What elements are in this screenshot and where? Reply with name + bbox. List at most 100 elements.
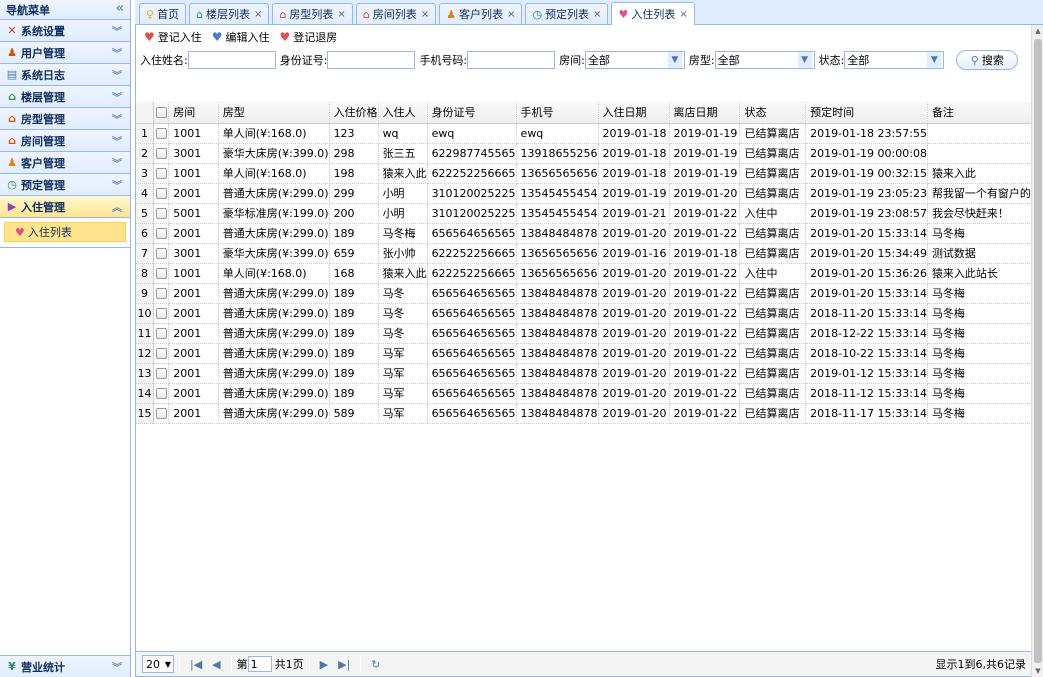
row-checkbox[interactable] — [153, 363, 170, 384]
collapse-sidebar-icon[interactable]: « — [116, 1, 124, 16]
tab-home[interactable]: ♀ 首页 — [139, 3, 187, 24]
row-checkbox[interactable] — [153, 343, 170, 364]
row-checkbox[interactable] — [153, 323, 170, 344]
menu-floor-management[interactable]: ⌂ 楼层管理 ︾ — [0, 86, 130, 108]
status-select[interactable]: 全部 ▼ — [844, 51, 945, 69]
select-all-checkbox[interactable] — [153, 102, 170, 124]
close-icon[interactable]: × — [337, 9, 345, 20]
menu-checkin-management[interactable]: ▶ 入住管理 ︽ — [0, 196, 130, 218]
room-select[interactable]: 全部 ▼ — [584, 51, 685, 69]
phone-input[interactable] — [467, 51, 556, 69]
menu-customer-management[interactable]: ♟ 客户管理 ︾ — [0, 152, 130, 174]
table-row[interactable]: 10 2001 普通大床房(¥:299.0) 189 马冬 656564656565 138… — [136, 303, 1032, 324]
table-row[interactable]: 1 1001 单人间(¥:168.0) 123 wq ewq ewq 2019-01-18 20… — [136, 123, 1032, 144]
table-cell: 2019-01-20 — [598, 263, 670, 284]
table-row[interactable]: 9 2001 普通大床房(¥:299.0) 189 马冬 656564656565 1384… — [136, 283, 1032, 304]
menu-label: 系统设置 — [21, 24, 65, 38]
row-checkbox[interactable] — [153, 223, 170, 244]
table-row[interactable]: 12 2001 普通大床房(¥:299.0) 189 马军 656564656565 138… — [136, 343, 1032, 364]
row-checkbox[interactable] — [153, 143, 170, 164]
tab-roomtype-list[interactable]: ⌂ 房型列表 × — [272, 3, 353, 24]
close-icon[interactable]: × — [679, 9, 687, 20]
name-input[interactable] — [187, 51, 276, 69]
row-checkbox[interactable] — [153, 263, 170, 284]
tab-room-list[interactable]: ⌂ 房间列表 × — [355, 3, 437, 24]
vertical-scrollbar[interactable]: ▲ ▼ — [1031, 25, 1043, 677]
table-row[interactable]: 13 2001 普通大床房(¥:299.0) 189 马军 656564656565 138… — [136, 363, 1032, 384]
row-checkbox[interactable] — [153, 123, 170, 144]
table-row[interactable]: 15 2001 普通大床房(¥:299.0) 589 马军 656564656565 138… — [136, 403, 1032, 424]
table-cell: 2019-01-18 — [598, 143, 670, 164]
page-size-select[interactable]: 20 ▼ — [142, 655, 174, 673]
menu-business-statistics[interactable]: ¥ 营业统计 ︾ — [0, 655, 130, 677]
column-header[interactable]: 入住日期 — [598, 102, 670, 124]
table-row[interactable]: 4 2001 普通大床房(¥:299.0) 299 小明 310120025225 1354… — [136, 183, 1032, 204]
menu-user-management[interactable]: ♟ 用户管理 ︾ — [0, 42, 130, 64]
last-page-icon[interactable]: ▶| — [338, 658, 350, 671]
scroll-up-icon[interactable]: ▲ — [1032, 25, 1043, 37]
column-header[interactable]: 入住人 — [378, 102, 428, 124]
table-row[interactable]: 2 3001 豪华大床房(¥:399.0) 298 张三五 622987745565 139… — [136, 143, 1032, 164]
table-row[interactable]: 7 3001 豪华大床房(¥:399.0) 659 张小帅 622252256665 136… — [136, 243, 1032, 264]
scroll-down-icon[interactable]: ▼ — [1032, 665, 1043, 677]
table-cell: 2019-01-22 — [669, 383, 741, 404]
id-input[interactable] — [327, 51, 416, 69]
table-cell: 小明 — [378, 203, 428, 224]
table-row[interactable]: 6 2001 普通大床房(¥:299.0) 189 马冬梅 656564656565 138… — [136, 223, 1032, 244]
column-header[interactable]: 身份证号 — [427, 102, 517, 124]
page-number-input[interactable] — [247, 656, 272, 672]
row-checkbox[interactable] — [153, 163, 170, 184]
submenu-checkin-list[interactable]: ♥ 入住列表 — [4, 222, 126, 242]
row-checkbox[interactable] — [153, 303, 170, 324]
table-cell: 我会尽快赶来！ — [927, 203, 1032, 224]
column-header[interactable]: 状态 — [739, 102, 807, 124]
row-checkbox[interactable] — [153, 183, 170, 204]
tab-reservation-list[interactable]: ◷ 预定列表 × — [525, 3, 609, 24]
search-button[interactable]: ⚲ 搜索 — [956, 50, 1019, 70]
menu-roomtype-management[interactable]: ⌂ 房型管理 ︾ — [0, 108, 130, 130]
refresh-icon[interactable]: ↻ — [371, 658, 380, 671]
row-checkbox[interactable] — [153, 283, 170, 304]
tab-customer-list[interactable]: ♟ 客户列表 × — [439, 3, 523, 24]
menu-room-management[interactable]: ⌂ 房间管理 ︾ — [0, 130, 130, 152]
menu-reservation-management[interactable]: ◷ 预定管理 ︾ — [0, 174, 130, 196]
tab-checkin-list[interactable]: ♥ 入住列表 × — [611, 2, 695, 25]
menu-system-log[interactable]: ▤ 系统日志 ︾ — [0, 64, 130, 86]
checkin-button[interactable]: ♥ 登记入住 — [144, 29, 202, 45]
table-row[interactable]: 5 5001 豪华标准房(¥:199.0) 200 小明 310120025225 1354… — [136, 203, 1032, 224]
table-cell: ewq — [516, 123, 599, 144]
column-header[interactable]: 入住价格 — [329, 102, 379, 124]
column-header[interactable]: 房间 — [168, 102, 219, 124]
next-page-icon[interactable]: ▶ — [320, 658, 328, 671]
table-row[interactable]: 11 2001 普通大床房(¥:299.0) 189 马冬 656564656565 138… — [136, 323, 1032, 344]
menu-system-settings[interactable]: ✕ 系统设置 ︾ — [0, 20, 130, 42]
checkout-button[interactable]: ♥ 登记退房 — [280, 29, 338, 45]
row-checkbox[interactable] — [153, 203, 170, 224]
tab-floor-list[interactable]: ⌂ 楼层列表 × — [189, 3, 270, 24]
row-checkbox[interactable] — [153, 243, 170, 264]
column-header[interactable]: 备注 — [927, 102, 1032, 124]
prev-page-icon[interactable]: ◀ — [212, 658, 220, 671]
close-icon[interactable]: × — [254, 9, 262, 20]
row-checkbox[interactable] — [153, 403, 170, 424]
first-page-icon[interactable]: |◀ — [190, 658, 202, 671]
table-cell: 1001 — [168, 123, 219, 144]
scroll-thumb[interactable] — [1034, 39, 1042, 663]
column-header[interactable]: 预定时间 — [805, 102, 928, 124]
table-cell: 豪华大床房(¥:399.0) — [218, 243, 330, 264]
table-cell: 单人间(¥:168.0) — [218, 163, 330, 184]
roomtype-select[interactable]: 全部 ▼ — [714, 51, 815, 69]
edit-checkin-button[interactable]: ♥ 编辑入住 — [212, 29, 270, 45]
column-header[interactable]: 离店日期 — [669, 102, 741, 124]
row-number: 15 — [136, 403, 155, 424]
close-icon[interactable]: × — [593, 9, 601, 20]
column-header[interactable]: 手机号 — [516, 102, 599, 124]
column-header[interactable]: 房型 — [218, 102, 330, 124]
table-row[interactable]: 3 1001 单人间(¥:168.0) 198 猿来入此 622252256665 1365… — [136, 163, 1032, 184]
close-icon[interactable]: × — [507, 9, 515, 20]
table-row[interactable]: 8 1001 单人间(¥:168.0) 168 猿来入此 622252256665 1365… — [136, 263, 1032, 284]
table-row[interactable]: 14 2001 普通大床房(¥:299.0) 189 马军 656564656565 138… — [136, 383, 1032, 404]
menu-label: 系统日志 — [21, 68, 65, 82]
close-icon[interactable]: × — [421, 9, 429, 20]
row-checkbox[interactable] — [153, 383, 170, 404]
